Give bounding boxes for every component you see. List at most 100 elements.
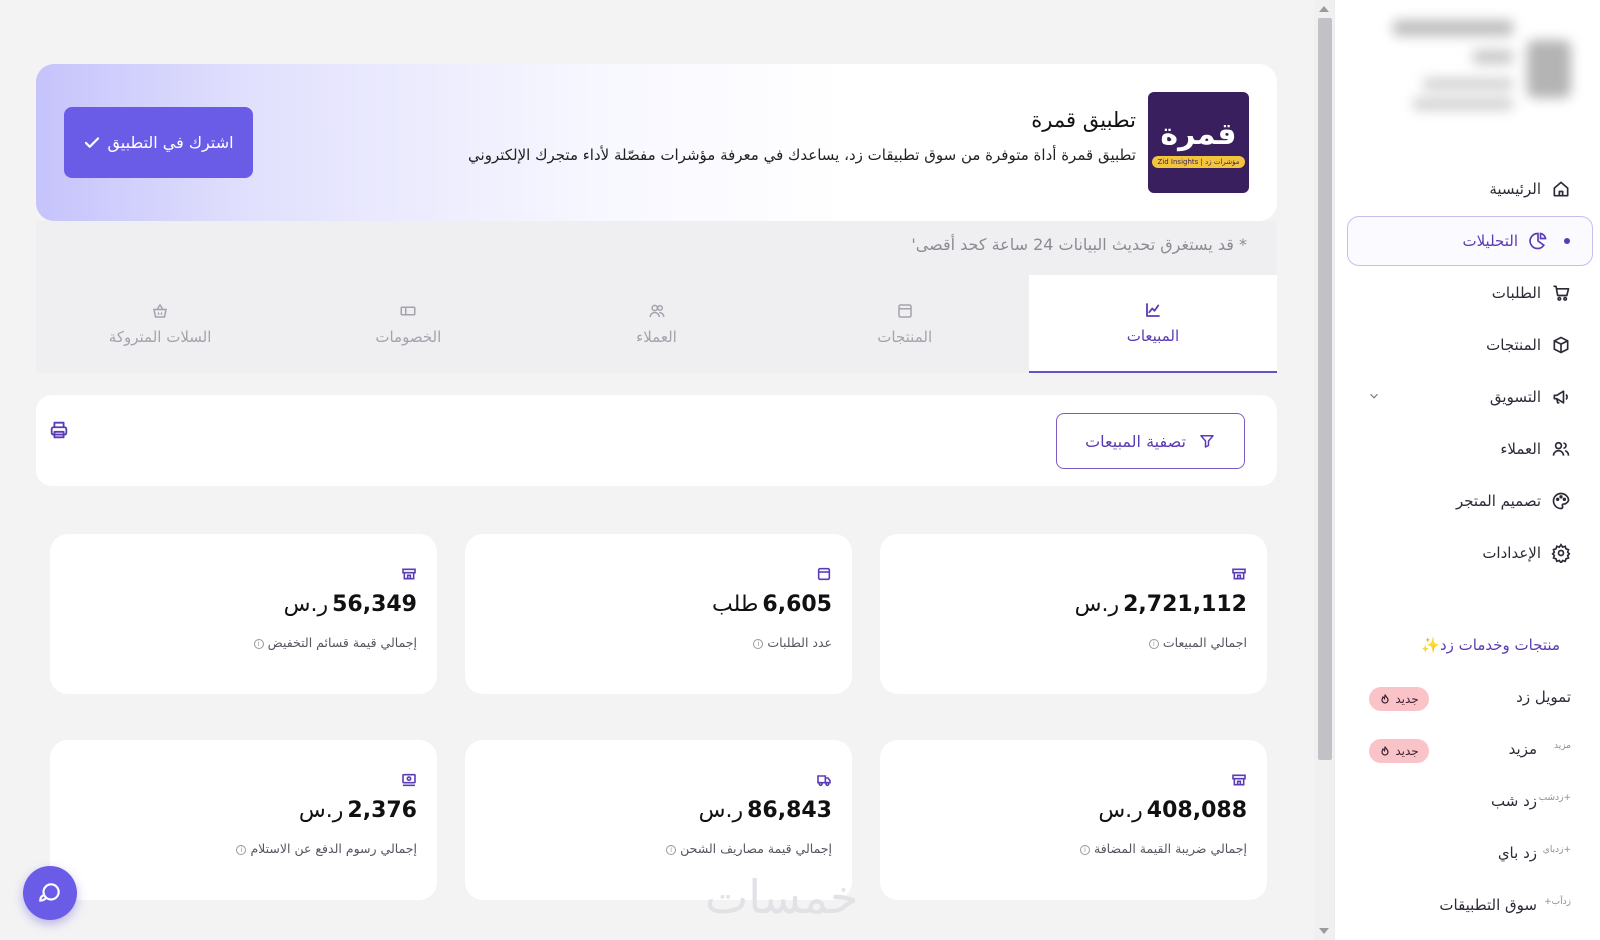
sidebar-item-home[interactable]: الرئيسية <box>1347 164 1593 214</box>
chat-icon <box>39 883 60 902</box>
tab-discounts[interactable]: الخصومات <box>284 275 532 373</box>
stat-unit: طلب <box>712 592 759 617</box>
users-icon <box>1552 441 1570 456</box>
logo-glyph: قمرة <box>1160 116 1237 152</box>
sidebar-item-zid-financing[interactable]: تمويل زد جديد <box>1347 674 1593 724</box>
stat-unit: ر.س <box>1074 592 1120 617</box>
stat-value: 56,349ر.س <box>284 592 417 617</box>
filter-icon <box>1200 435 1214 448</box>
sidebar-item-label: الرئيسية <box>1489 180 1541 198</box>
basket-icon <box>153 303 168 318</box>
sidebar: الرئيسية التحليلات الطلبات المنتجات التس… <box>1334 0 1600 940</box>
banner-title: تطبيق قمرة <box>1031 108 1136 132</box>
sidebar-item-zid-pay[interactable]: زدباي+ زد باي <box>1347 830 1593 880</box>
info-icon[interactable]: i <box>1148 638 1159 649</box>
avatar <box>1527 40 1571 98</box>
tab-abandoned-carts[interactable]: السلات المتروكة <box>36 275 284 373</box>
flame-icon <box>1381 746 1389 756</box>
stat-label-text: إجمالي ضريبة القيمة المضافة <box>1094 841 1247 856</box>
stat-label: إجمالي ضريبة القيمة المضافة i <box>1080 841 1247 856</box>
sidebar-item-store-design[interactable]: تصميم المتجر <box>1347 476 1593 526</box>
scroll-down-arrow[interactable] <box>1319 928 1329 934</box>
zid-ship-logo: زدشب+ <box>1538 793 1571 803</box>
sidebar-item-orders[interactable]: الطلبات <box>1347 268 1593 318</box>
sidebar-item-marketing[interactable]: التسويق <box>1347 372 1593 422</box>
tab-products[interactable]: المنتجات <box>781 275 1029 373</box>
sidebar-item-app-market[interactable]: +زدآب سوق التطبيقات <box>1347 882 1593 932</box>
sidebar-item-mazeed[interactable]: مزيد مزيد جديد <box>1347 726 1593 776</box>
scroll-thumb[interactable] <box>1318 18 1332 760</box>
stat-value: 2,721,112ر.س <box>1075 592 1247 617</box>
stat-value: 86,843ر.س <box>699 798 832 823</box>
users-icon <box>649 304 664 318</box>
store-profile[interactable] <box>1343 6 1593 146</box>
chevron-down-icon[interactable] <box>1367 389 1381 403</box>
tab-sales[interactable]: المبيعات <box>1028 275 1278 373</box>
info-icon[interactable]: i <box>253 638 264 649</box>
sidebar-item-analytics[interactable]: التحليلات <box>1347 216 1593 266</box>
tab-label: الخصومات <box>375 328 442 346</box>
filter-bar: تصفية المبيعات <box>36 395 1277 486</box>
stat-number: 86,843 <box>747 798 832 823</box>
info-icon[interactable]: i <box>236 844 247 855</box>
tab-customers[interactable]: العملاء <box>532 275 780 373</box>
tab-label: المبيعات <box>1126 327 1180 345</box>
sidebar-item-products[interactable]: المنتجات <box>1347 320 1593 370</box>
sidebar-item-label: زد شب <box>1491 792 1537 810</box>
tab-label: السلات المتروكة <box>108 328 212 346</box>
sidebar-item-settings[interactable]: الإعدادات <box>1347 528 1593 578</box>
subscribe-button[interactable]: اشترك في التطبيق <box>64 107 253 178</box>
stat-card-vat-total: 408,088ر.س إجمالي ضريبة القيمة المضافة i <box>880 740 1267 900</box>
sidebar-item-zid-ship[interactable]: زدشب+ زد شب <box>1347 778 1593 828</box>
stat-number: 56,349 <box>332 592 417 617</box>
stat-unit: ر.س <box>698 798 744 823</box>
new-badge: جديد <box>1369 739 1429 763</box>
stat-unit: ر.س <box>1098 798 1143 823</box>
gear-icon <box>1551 543 1571 563</box>
store-icon <box>1232 774 1246 786</box>
filter-sales-button[interactable]: تصفية المبيعات <box>1056 413 1245 469</box>
chart-line-icon <box>1146 303 1160 317</box>
stat-card-coupons-total: 56,349ر.س إجمالي قيمة قسائم التخفيضi <box>50 534 437 694</box>
stat-unit: ر.س <box>283 592 329 617</box>
sidebar-item-label: زد باي <box>1497 844 1537 862</box>
cash-icon <box>402 773 416 787</box>
stat-value: 408,088ر.س <box>1098 798 1247 823</box>
scroll-up-arrow[interactable] <box>1319 6 1329 12</box>
check-icon <box>85 136 100 148</box>
stat-number: 6,605 <box>762 592 832 617</box>
stat-label-text: إجمالي قيمة مصاريف الشحن <box>680 841 832 856</box>
tab-label: المنتجات <box>877 328 933 346</box>
analytics-tabs: السلات المتروكة الخصومات العملاء المنتجا… <box>36 275 1278 373</box>
sidebar-item-label: مزيد <box>1508 740 1537 758</box>
coupon-icon <box>400 306 416 316</box>
filter-label: تصفية المبيعات <box>1085 431 1186 451</box>
app-promo-banner: قمرة Zid Insights | مؤشرات زد تطبيق قمرة… <box>36 64 1277 221</box>
stat-label-text: عدد الطلبات <box>767 635 832 650</box>
stat-value: 6,605طلب <box>712 592 832 617</box>
sidebar-item-customers[interactable]: العملاء <box>1347 424 1593 474</box>
info-icon[interactable]: i <box>1080 844 1090 855</box>
stat-label: اجمالي المبيعاتi <box>1148 635 1247 650</box>
box-icon <box>897 304 912 318</box>
sidebar-item-label: سوق التطبيقات <box>1439 896 1537 914</box>
scrollbar[interactable] <box>1314 0 1334 940</box>
stat-number: 2,376 <box>347 798 417 823</box>
stat-label-text: إجمالي قيمة قسائم التخفيض <box>267 635 417 650</box>
watermark: خمسات <box>705 870 859 924</box>
sidebar-item-label: العملاء <box>1500 440 1541 458</box>
chat-button[interactable] <box>23 866 77 920</box>
info-icon[interactable]: i <box>666 844 677 855</box>
info-icon[interactable]: i <box>753 638 764 649</box>
app-market-logo: +زدآب <box>1544 897 1571 907</box>
flame-icon <box>1381 694 1389 704</box>
print-icon[interactable] <box>48 419 70 441</box>
sidebar-item-label: الإعدادات <box>1482 544 1541 562</box>
update-note-text: * قد يستغرق تحديث البيانات 24 ساعة كحد أ… <box>911 235 1247 254</box>
new-badge: جديد <box>1369 687 1429 711</box>
store-icon <box>1232 568 1246 580</box>
stat-card-orders-count: 6,605طلب عدد الطلباتi <box>465 534 852 694</box>
qumra-logo: قمرة Zid Insights | مؤشرات زد <box>1148 92 1249 193</box>
sidebar-item-label: المنتجات <box>1486 336 1541 354</box>
stat-label: عدد الطلباتi <box>753 635 832 650</box>
